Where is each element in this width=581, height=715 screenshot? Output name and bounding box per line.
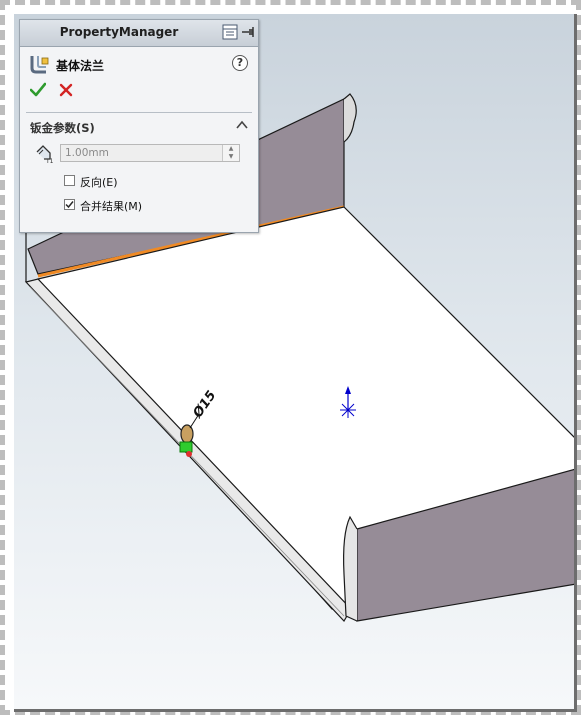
check-icon	[30, 82, 46, 97]
merge-result-label: 合并结果(M)	[80, 200, 143, 213]
chevron-up-icon[interactable]	[236, 120, 248, 130]
thickness-input[interactable]	[61, 145, 221, 161]
base-flange-icon	[30, 56, 49, 74]
ok-button[interactable]	[30, 82, 46, 98]
thickness-field[interactable]: ▲ ▼	[60, 144, 240, 162]
graphics-area[interactable]: Ø15 PropertyManager 基体法兰 ? 钣金参数(S) T1 1.…	[14, 14, 577, 712]
pin-icon[interactable]	[240, 24, 256, 40]
reverse-direction-checkbox[interactable]	[64, 175, 75, 186]
svg-text:T1: T1	[45, 158, 54, 164]
property-manager-header: PropertyManager	[20, 20, 258, 47]
back-wall-curl[interactable]	[343, 93, 357, 143]
group-separator	[26, 112, 252, 113]
front-wall-curl[interactable]	[343, 515, 358, 622]
panel-title: PropertyManager	[59, 25, 179, 39]
screenshot-frame: Ø15 PropertyManager 基体法兰 ? 钣金参数(S) T1 1.…	[0, 0, 581, 715]
thickness-icon: T1	[36, 145, 54, 164]
feature-name: 基体法兰	[56, 59, 105, 73]
spin-up-icon[interactable]: ▲	[223, 145, 239, 153]
feature-row: 基体法兰 ?	[28, 54, 250, 76]
checkmark-icon	[65, 201, 74, 209]
merge-result-checkbox[interactable]	[64, 199, 75, 210]
spin-down-icon[interactable]: ▼	[223, 153, 239, 161]
x-icon	[59, 83, 73, 97]
panel-layout-icon[interactable]	[222, 24, 238, 40]
thickness-spinner[interactable]: ▲ ▼	[222, 145, 239, 161]
cancel-button[interactable]	[58, 82, 74, 98]
help-button[interactable]: ?	[232, 55, 248, 71]
property-manager-panel: PropertyManager 基体法兰 ? 钣金参数(S) T1 1.00mm…	[19, 19, 259, 233]
reverse-direction-label: 反向(E)	[80, 176, 118, 189]
group-title[interactable]: 钣金参数(S)	[30, 120, 95, 136]
